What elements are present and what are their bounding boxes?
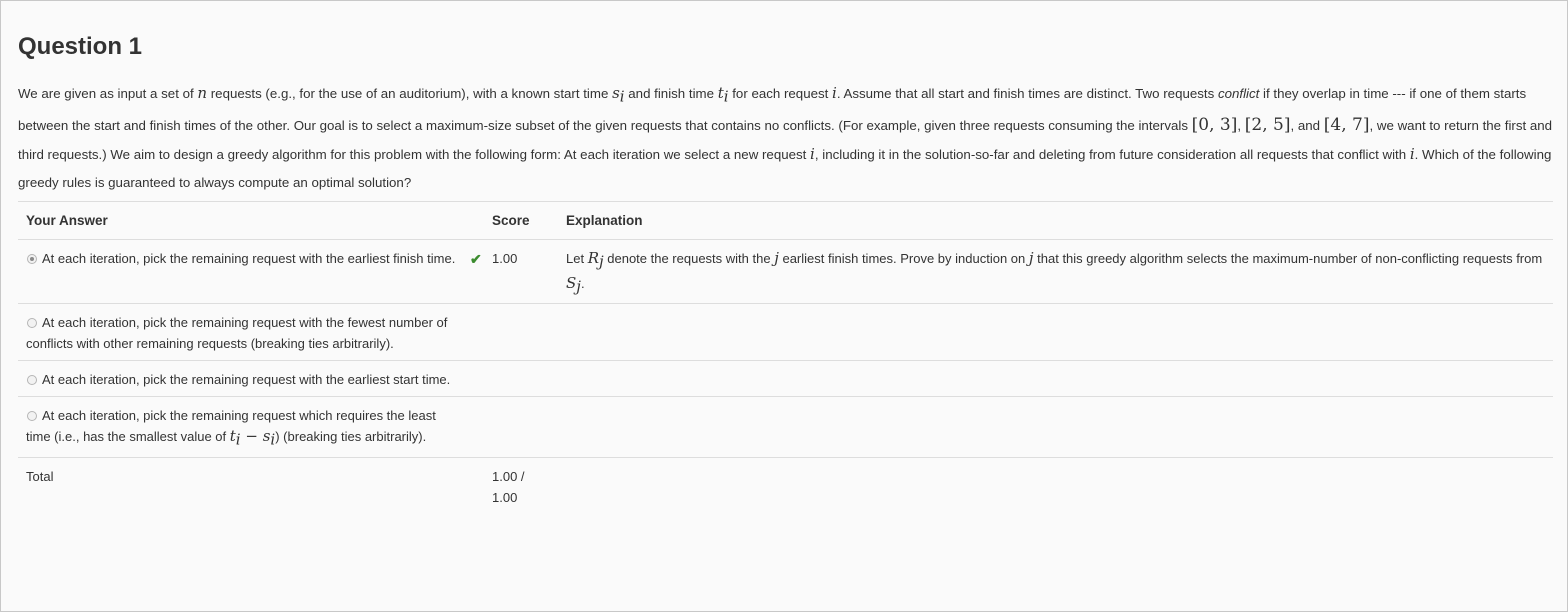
table-row: At each iteration, pick the remaining re… <box>18 396 1553 458</box>
table-row: At each iteration, pick the remaining re… <box>18 360 1553 397</box>
question-prompt: We are given as input a set of n request… <box>18 79 1553 197</box>
prompt-text: for each request <box>728 86 833 101</box>
question-panel: Question 1 We are given as input a set o… <box>0 0 1568 612</box>
explanation-text: . <box>580 275 585 291</box>
prompt-text: , and <box>1290 117 1324 133</box>
total-score: 1.00 / 1.00 <box>484 456 558 514</box>
radio-unselected-icon[interactable] <box>27 318 37 329</box>
emphasis-conflict: conflict <box>1217 86 1260 101</box>
header-score: Score <box>484 201 558 240</box>
mark-cell <box>470 303 484 361</box>
explanation-text: Let <box>566 251 588 266</box>
prompt-text: and finish time <box>624 86 718 101</box>
math-var: R <box>587 249 599 267</box>
score-cell <box>484 360 558 397</box>
table-header-row: Your Answer Score Explanation <box>18 201 1553 240</box>
total-label: Total <box>18 456 470 514</box>
math-interval: [0, 3] <box>1191 114 1238 135</box>
prompt-text: , <box>1237 117 1245 133</box>
header-your-answer: Your Answer <box>18 201 470 240</box>
table-row: At each iteration, pick the remaining re… <box>18 238 1553 304</box>
math-interval: [4, 7] <box>1323 114 1370 135</box>
checkmark-icon: ✔ <box>470 251 482 267</box>
answer-option-2[interactable]: At each iteration, pick the remaining re… <box>18 303 470 361</box>
question-title: Question 1 <box>18 33 143 60</box>
mark-cell <box>470 396 484 458</box>
answer-option-1[interactable]: At each iteration, pick the remaining re… <box>18 238 470 304</box>
math-var: S <box>566 273 577 292</box>
radio-unselected-icon[interactable] <box>27 411 37 422</box>
results-table: Your Answer Score Explanation At each it… <box>18 201 1553 514</box>
mark-cell <box>470 360 484 397</box>
radio-selected-icon[interactable] <box>27 254 37 264</box>
explanation-cell <box>558 456 1553 514</box>
mark-cell: ✔ <box>470 238 484 304</box>
answer-text: At each iteration, pick the remaining re… <box>42 372 451 388</box>
header-explanation: Explanation <box>558 201 1553 240</box>
total-row: Total 1.00 / 1.00 <box>18 456 1553 514</box>
explanation-cell <box>558 303 1553 361</box>
score-cell: 1.00 <box>484 238 558 304</box>
math-operator: − <box>240 427 263 446</box>
explanation-text: that this greedy algorithm selects the m… <box>1033 251 1543 266</box>
prompt-text: . Assume that all start and finish times… <box>836 86 1218 101</box>
prompt-text: We are given as input a set of <box>18 86 198 101</box>
math-var: n <box>197 84 208 102</box>
header-mark <box>470 201 484 240</box>
score-cell <box>484 303 558 361</box>
math-var: s <box>612 84 620 102</box>
math-interval: [2, 5] <box>1244 114 1291 135</box>
explanation-cell <box>558 396 1553 458</box>
table-row: At each iteration, pick the remaining re… <box>18 303 1553 361</box>
mark-cell <box>470 456 484 514</box>
prompt-text: , including it in the solution-so-far an… <box>814 146 1410 162</box>
explanation-text: earliest finish times. Prove by inductio… <box>778 251 1029 266</box>
explanation-cell: Let Rj denote the requests with the j ea… <box>558 238 1553 304</box>
answer-option-4[interactable]: At each iteration, pick the remaining re… <box>18 396 470 458</box>
answer-text: At each iteration, pick the remaining re… <box>42 251 456 266</box>
answer-text: ) (breaking ties arbitrarily). <box>275 429 427 445</box>
explanation-cell <box>558 360 1553 397</box>
answer-option-3[interactable]: At each iteration, pick the remaining re… <box>18 360 470 397</box>
radio-unselected-icon[interactable] <box>27 375 37 386</box>
explanation-text: denote the requests with the <box>603 251 775 266</box>
score-cell <box>484 396 558 458</box>
prompt-text: requests (e.g., for the use of an audito… <box>207 86 613 101</box>
answer-text: At each iteration, pick the remaining re… <box>26 315 448 352</box>
